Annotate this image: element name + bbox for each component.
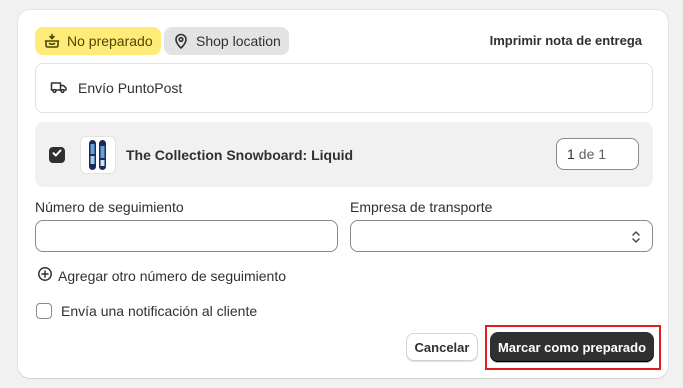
location-pin-icon: [172, 32, 190, 50]
package-icon: [43, 32, 61, 50]
print-delivery-note-link[interactable]: Imprimir nota de entrega: [490, 33, 642, 48]
product-thumbnail: [80, 135, 116, 174]
location-badge: Shop location: [164, 27, 289, 55]
quantity-value: 1: [567, 146, 575, 162]
cancel-button[interactable]: Cancelar: [406, 333, 478, 361]
select-chevrons-icon: [630, 229, 642, 250]
line-item-checkbox[interactable]: [49, 146, 65, 164]
mark-as-fulfilled-button[interactable]: Marcar como preparado: [490, 332, 654, 362]
checkmark-icon: [51, 146, 63, 164]
shipping-method-label: Envío PuntoPost: [78, 80, 183, 96]
fulfillment-card: No preparado Shop location Imprimir nota…: [18, 10, 668, 378]
delivery-truck-icon: [50, 78, 68, 99]
carrier-select[interactable]: [350, 220, 653, 252]
notify-customer-option[interactable]: Envía una notificación al cliente: [36, 303, 257, 319]
quantity-total: de 1: [578, 146, 607, 162]
notify-customer-label: Envía una notificación al cliente: [61, 303, 258, 319]
quantity-input[interactable]: 1 de 1: [556, 138, 639, 170]
status-badge: No preparado: [35, 27, 161, 55]
add-tracking-link[interactable]: Agregar otro número de seguimiento: [37, 266, 286, 285]
product-title: The Collection Snowboard: Liquid: [126, 146, 354, 163]
tracking-number-input[interactable]: [35, 220, 338, 252]
add-tracking-label: Agregar otro número de seguimiento: [58, 267, 287, 284]
location-badge-label: Shop location: [196, 33, 281, 49]
shipping-method-box: Envío PuntoPost: [35, 63, 653, 113]
notify-customer-checkbox[interactable]: [36, 303, 52, 319]
tracking-number-label: Número de seguimiento: [35, 199, 184, 215]
status-badge-label: No preparado: [67, 33, 153, 49]
carrier-label: Empresa de transporte: [350, 199, 493, 215]
plus-circle-icon: [37, 266, 53, 285]
line-item-row: The Collection Snowboard: Liquid 1 de 1: [35, 122, 653, 187]
